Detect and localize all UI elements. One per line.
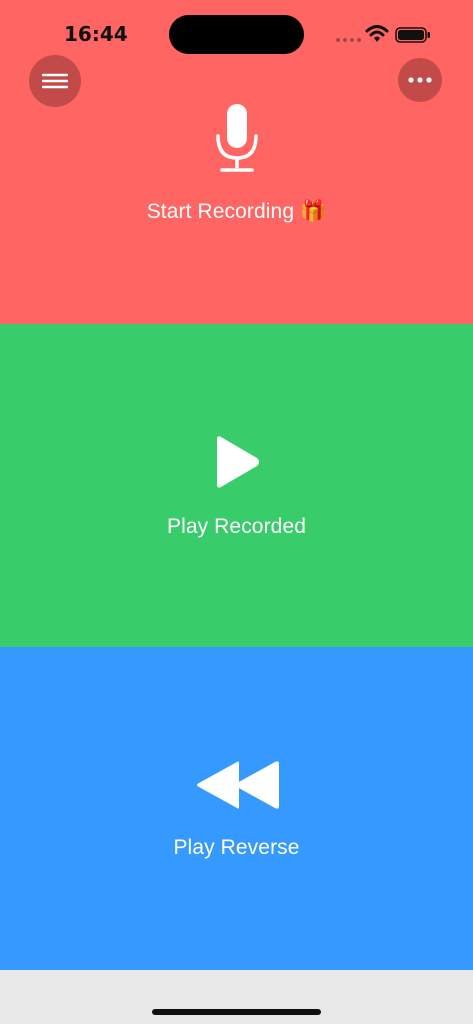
more-options-button[interactable]: [398, 58, 442, 102]
cellular-signal-icon: [336, 38, 361, 42]
start-recording-label: Start Recording 🎁: [146, 200, 327, 223]
play-icon: [216, 436, 259, 488]
rewind-icon: [196, 761, 279, 809]
home-indicator[interactable]: [152, 1009, 321, 1015]
microphone-icon: [215, 104, 258, 172]
battery-icon: [395, 27, 430, 43]
hamburger-menu-icon: [42, 73, 68, 89]
app-screen: Start Recording 🎁 Play Recorded Play Rev…: [0, 0, 473, 1024]
play-recorded-panel[interactable]: Play Recorded: [0, 324, 473, 647]
more-dots-icon: [408, 77, 432, 83]
wifi-icon: [365, 25, 389, 42]
menu-button[interactable]: [29, 55, 81, 107]
play-recorded-label: Play Recorded: [166, 515, 307, 538]
dynamic-island: [169, 15, 304, 54]
play-reverse-panel[interactable]: Play Reverse: [0, 647, 473, 970]
play-reverse-label: Play Reverse: [173, 836, 300, 859]
status-time: 16:44: [64, 22, 128, 46]
